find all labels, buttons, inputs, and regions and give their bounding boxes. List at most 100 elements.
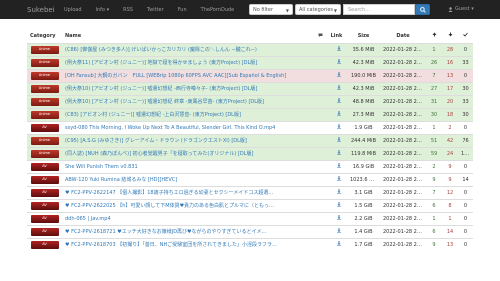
guest-menu[interactable]: Guest ▾ xyxy=(448,6,474,12)
torrent-name-link[interactable]: She Will Punish Them v0.831 xyxy=(65,164,138,170)
torrent-name-link[interactable]: ssyd-080 This Morning, I Woke Up Next To… xyxy=(65,125,275,131)
torrent-name-link[interactable]: ABW-120 Yuki Rumina 結城るみな [HD][HEVC] xyxy=(65,177,177,183)
leechers-cell: 9 xyxy=(442,159,458,173)
download-icon[interactable] xyxy=(337,228,341,233)
category-badge[interactable]: Anime xyxy=(30,149,59,158)
category-badge[interactable]: AV xyxy=(30,214,59,223)
table-row: Anime (例大祭11) [アビオン村 (ジュニー)] 地獄で寝を得かせましょう… xyxy=(27,55,473,69)
torrent-name-link[interactable]: (例大祭10) [アビオン村 (ジュニー)] 嘘遣幻想紀 -西行寺噂々子- (東… xyxy=(65,86,257,92)
category-select[interactable]: All categories ▼ xyxy=(295,4,341,15)
seeders-cell: 31 xyxy=(426,94,442,108)
category-badge[interactable]: Anime xyxy=(30,136,59,145)
torrent-name-link[interactable]: (C83) [アビオン村 (ジュニー)] 嘘遣幻想紀 -上白沢慧音- (東方Pr… xyxy=(65,112,241,118)
magnet-icon[interactable] xyxy=(344,189,347,194)
category-badge[interactable]: AV xyxy=(30,227,59,236)
category-badge[interactable]: Anime xyxy=(30,97,59,106)
header-category[interactable]: Category xyxy=(27,29,62,44)
download-icon[interactable] xyxy=(337,98,341,103)
nav-fun[interactable]: Fun xyxy=(178,7,187,13)
torrent-name-link[interactable]: ♥ FC2-PPV-2618721 ♥エッチ大好きなお嬢様JD再び♥ながらのやり… xyxy=(65,229,266,235)
header-seeders[interactable] xyxy=(426,29,442,44)
header-leechers[interactable] xyxy=(442,29,458,44)
leechers-cell: 2 xyxy=(442,120,458,134)
search-button[interactable] xyxy=(415,4,430,15)
download-icon[interactable] xyxy=(337,137,341,142)
date-cell: 2022-01-28 21:42 xyxy=(380,55,426,69)
filter-select[interactable]: No filter ▼ xyxy=(249,4,293,15)
magnet-icon[interactable] xyxy=(344,241,347,247)
download-icon[interactable] xyxy=(337,241,341,247)
header-size[interactable]: Size xyxy=(347,29,380,44)
torrent-name-link[interactable]: [OH Fansub] 大鋼のガバン FULL [WEBrip 1080p 60… xyxy=(65,73,286,79)
link-cell xyxy=(326,185,347,199)
torrent-name-link[interactable]: ddh-065 | Jav.mp4 xyxy=(65,216,111,222)
download-icon[interactable] xyxy=(337,150,341,155)
nav-theporndude[interactable]: ThePornDude xyxy=(201,7,235,13)
header-completed[interactable] xyxy=(458,29,473,44)
download-icon[interactable] xyxy=(337,85,341,90)
header-date[interactable]: Date xyxy=(380,29,426,44)
category-badge[interactable]: AV xyxy=(30,123,59,132)
torrent-name-link[interactable]: (C95) [A.S.G (みゆさき)] グレーアイム・ドラウン (ドラゴンクエ… xyxy=(65,138,247,144)
download-icon[interactable] xyxy=(337,163,341,168)
category-badge[interactable]: AV xyxy=(30,201,59,210)
download-icon[interactable] xyxy=(337,124,341,129)
category-badge-label: AV xyxy=(42,215,47,220)
nav-upload[interactable]: Upload xyxy=(64,7,82,13)
torrent-name-link[interactable]: ♥ FC2-PPV-2622147 【個人撮影】18歳子持ちエロ過ぎる幼妻とセク… xyxy=(65,190,273,196)
torrent-name-link[interactable]: (C86) [御伽屋 (みつき多人)] げいぱいかっこカリカリ (魔除この＼しん… xyxy=(65,47,257,53)
download-icon[interactable] xyxy=(337,46,341,51)
date-cell: 2022-01-28 21:00 xyxy=(380,185,426,199)
magnet-icon[interactable] xyxy=(344,111,347,116)
download-icon[interactable] xyxy=(337,202,341,207)
magnet-icon[interactable] xyxy=(344,85,347,90)
category-badge[interactable]: Anime xyxy=(30,45,59,54)
download-icon[interactable] xyxy=(337,72,341,77)
category-badge[interactable]: AV xyxy=(30,240,59,249)
nav-info-dropdown[interactable]: Info ▾ xyxy=(96,7,110,13)
download-icon[interactable] xyxy=(337,215,341,220)
magnet-icon[interactable] xyxy=(344,202,347,207)
magnet-icon[interactable] xyxy=(344,72,347,77)
category-badge-label: Anime xyxy=(38,46,51,51)
category-badge[interactable]: Anime xyxy=(30,110,59,119)
category-badge[interactable]: AV xyxy=(30,175,59,184)
torrent-name-link[interactable]: (同人誌) [NUH (森乃ぽんべ)] 初心者覚醒男子「を寝取ってみた(オリジナ… xyxy=(65,151,253,157)
category-badge[interactable]: Anime xyxy=(30,84,59,93)
category-badge-label: Anime xyxy=(38,98,51,103)
magnet-icon[interactable] xyxy=(344,137,347,142)
guest-label: Guest ▾ xyxy=(455,6,474,12)
magnet-icon[interactable] xyxy=(344,215,347,220)
download-icon[interactable] xyxy=(337,59,341,64)
torrent-name-link[interactable]: (例大祭10) [アビオン村 (ジュニー)] 嘘遣幻想紀 終章 -東風谷早苗- … xyxy=(65,99,264,105)
header-name[interactable]: Name xyxy=(62,29,326,44)
magnet-icon[interactable] xyxy=(344,163,347,168)
brand-logo[interactable]: Sukebei xyxy=(27,6,63,14)
category-badge[interactable]: AV xyxy=(30,188,59,197)
magnet-icon[interactable] xyxy=(344,46,347,51)
magnet-icon[interactable] xyxy=(344,124,347,129)
category-badge-label: Anime xyxy=(38,85,51,90)
link-cell xyxy=(326,159,347,173)
download-icon[interactable] xyxy=(337,189,341,194)
category-badge[interactable]: Anime xyxy=(30,71,59,80)
download-icon[interactable] xyxy=(337,176,341,181)
category-badge[interactable]: AV xyxy=(30,162,59,171)
magnet-icon[interactable] xyxy=(344,228,347,233)
magnet-icon[interactable] xyxy=(344,176,347,181)
date-cell: 2022-01-28 21:41 xyxy=(380,81,426,95)
nav-rss[interactable]: RSS xyxy=(123,7,133,13)
nav-twitter[interactable]: Twitter xyxy=(147,7,164,13)
category-cell: Anime xyxy=(27,107,62,121)
magnet-icon[interactable] xyxy=(344,150,347,155)
download-icon[interactable] xyxy=(337,111,341,116)
search-input[interactable]: Search... xyxy=(343,4,415,15)
torrent-name-link[interactable]: (例大祭11) [アビオン村 (ジュニー)] 地獄で寝を得かせましょう (東方P… xyxy=(65,60,257,66)
torrent-name-link[interactable]: ♥ FC2-PPV-2622025 【h】可愛い顔して下M体質♥責力のある色白肌… xyxy=(65,203,274,209)
magnet-icon[interactable] xyxy=(344,98,347,103)
category-badge[interactable]: Anime xyxy=(30,58,59,67)
torrent-name-link[interactable]: ♥ FC2-PPV-2618703 【初撮り】「昔日、NHご受験室団を所されてき… xyxy=(65,242,277,248)
magnet-icon[interactable] xyxy=(344,59,347,64)
completed-cell: 0 xyxy=(458,198,473,212)
category-badge-label: AV xyxy=(42,124,47,129)
